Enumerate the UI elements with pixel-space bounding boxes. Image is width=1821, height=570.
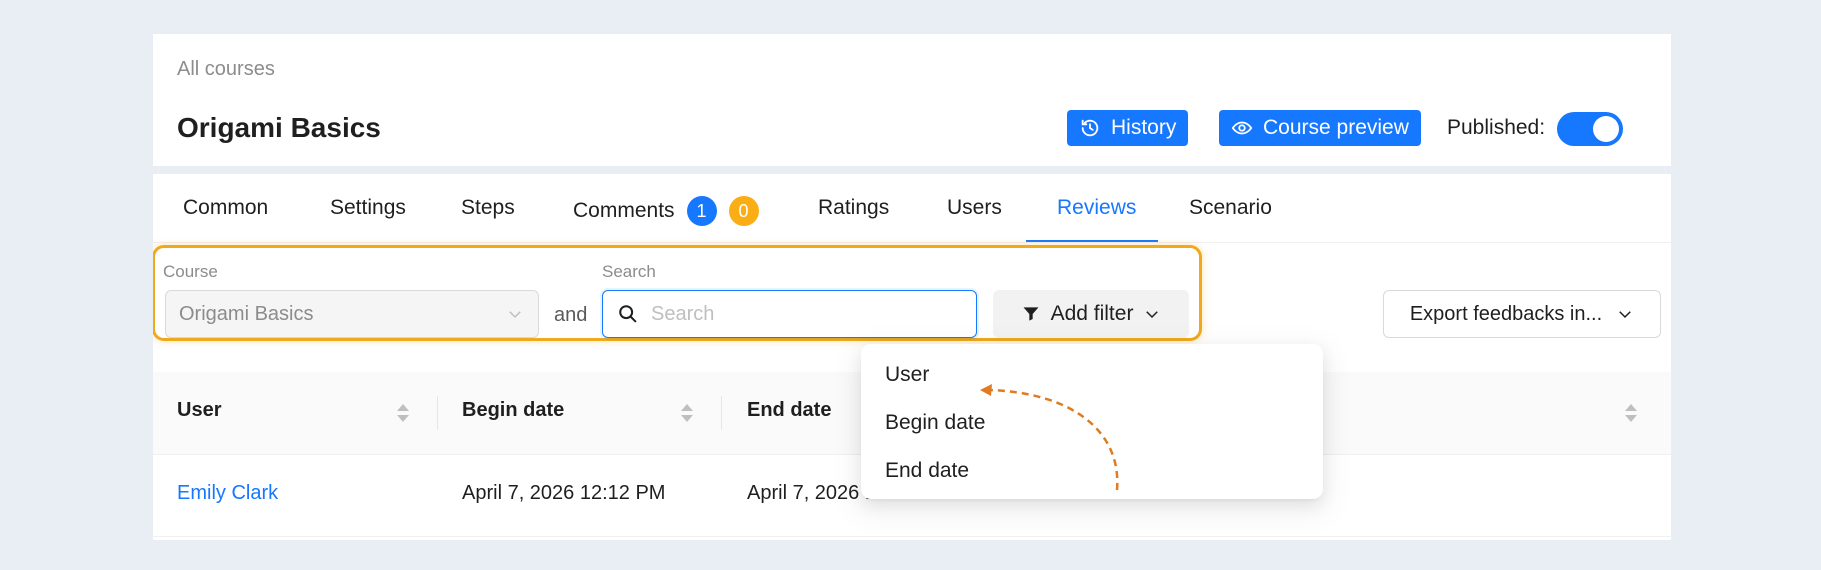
filter-menu-item-begin-date[interactable]: Begin date xyxy=(885,411,985,435)
add-filter-menu: User Begin date End date xyxy=(861,344,1323,499)
course-select-value: Origami Basics xyxy=(179,302,314,325)
published-toggle[interactable] xyxy=(1557,112,1623,146)
add-filter-label: Add filter xyxy=(1050,302,1134,325)
column-header-user[interactable]: User xyxy=(177,399,221,422)
search-label: Search xyxy=(602,262,656,281)
comments-badge-blue: 1 xyxy=(686,196,717,226)
eye-icon xyxy=(1231,121,1253,135)
course-preview-label: Course preview xyxy=(1263,116,1409,139)
course-header: All courses Origami Basics History Cours… xyxy=(153,34,1671,166)
history-label: History xyxy=(1111,116,1177,139)
chevron-down-icon xyxy=(1146,311,1159,319)
tab-comments[interactable]: Comments 1 0 xyxy=(573,196,759,226)
chevron-down-icon xyxy=(1619,311,1631,319)
export-feedbacks-label: Export feedbacks in... xyxy=(1409,302,1603,325)
column-header-end-date[interactable]: End date xyxy=(747,399,831,422)
column-divider xyxy=(437,396,438,430)
tab-settings[interactable]: Settings xyxy=(330,196,406,220)
tab-steps[interactable]: Steps xyxy=(461,196,515,220)
filter-menu-item-user[interactable]: User xyxy=(885,363,929,387)
user-link[interactable]: Emily Clark xyxy=(177,482,278,505)
course-label: Course xyxy=(163,262,218,281)
filter-menu-item-end-date[interactable]: End date xyxy=(885,459,969,483)
add-filter-button[interactable]: Add filter xyxy=(993,290,1189,338)
published-label: Published: xyxy=(1447,116,1546,139)
history-clock-icon xyxy=(1081,119,1099,137)
column-header-begin-date[interactable]: Begin date xyxy=(462,399,564,422)
course-preview-button[interactable]: Course preview xyxy=(1219,110,1421,146)
tab-ratings[interactable]: Ratings xyxy=(818,196,889,220)
sort-icon[interactable] xyxy=(1624,401,1638,425)
history-button[interactable]: History xyxy=(1067,110,1189,146)
chevron-down-icon xyxy=(509,311,521,319)
column-divider xyxy=(721,396,722,430)
export-feedbacks-button[interactable]: Export feedbacks in... xyxy=(1383,290,1661,338)
course-select[interactable]: Origami Basics xyxy=(165,290,539,338)
page-title: Origami Basics xyxy=(177,112,381,143)
tab-common[interactable]: Common xyxy=(183,196,268,220)
tab-bar: Common Settings Steps Comments 1 0 Ratin… xyxy=(153,174,1671,243)
breadcrumb-all-courses[interactable]: All courses xyxy=(177,58,275,81)
toggle-knob xyxy=(1593,116,1619,142)
sort-icon[interactable] xyxy=(396,401,410,425)
tab-reviews[interactable]: Reviews xyxy=(1057,196,1136,220)
tab-users[interactable]: Users xyxy=(947,196,1002,220)
search-icon xyxy=(619,305,637,323)
search-field[interactable] xyxy=(602,290,977,338)
and-text: and xyxy=(554,304,588,326)
tab-scenario[interactable]: Scenario xyxy=(1189,196,1272,220)
comments-badge-orange: 0 xyxy=(728,196,759,226)
begin-date-cell: April 7, 2026 12:12 PM xyxy=(462,482,666,504)
sort-icon[interactable] xyxy=(680,401,694,425)
search-input[interactable] xyxy=(649,301,953,327)
filter-bar: Course Origami Basics and Search Add fil… xyxy=(153,242,1671,350)
funnel-icon xyxy=(1023,307,1039,321)
